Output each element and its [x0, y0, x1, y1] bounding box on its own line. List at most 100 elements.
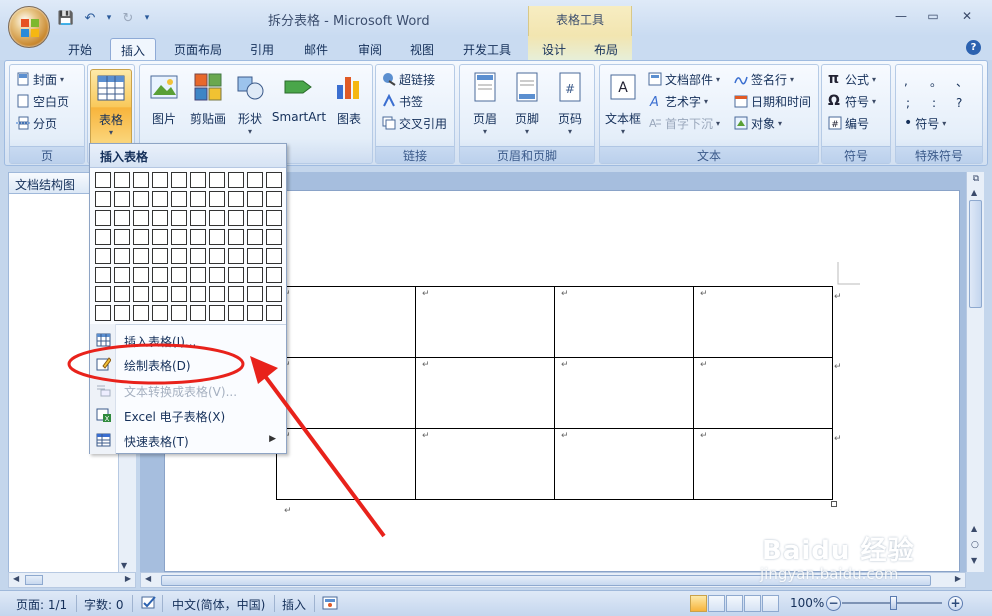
- table-grid-cell[interactable]: [247, 248, 263, 264]
- full-screen-reading-view-button[interactable]: [708, 595, 725, 612]
- table-grid-cell[interactable]: [247, 305, 263, 321]
- table-grid-cell[interactable]: [171, 267, 187, 283]
- menu-item-quick-tables[interactable]: 快速表格(T) ▶: [90, 428, 286, 452]
- menu-item-draw-table[interactable]: 绘制表格(D): [90, 352, 286, 376]
- table-cell[interactable]: ↵: [554, 357, 694, 429]
- tab-view[interactable]: 视图: [404, 38, 440, 60]
- wordart-button[interactable]: A 艺术字 ▾: [648, 91, 708, 111]
- ruler-toggle-icon[interactable]: ⧉: [970, 174, 982, 186]
- next-page-icon[interactable]: ▼: [971, 556, 977, 565]
- zoom-level[interactable]: 100%: [790, 596, 824, 610]
- tab-layout[interactable]: 布局: [588, 38, 624, 60]
- footer-button[interactable]: 页脚 ▾: [508, 69, 546, 145]
- table-resize-handle[interactable]: [831, 501, 837, 507]
- table-grid-cell[interactable]: [171, 248, 187, 264]
- table-cell[interactable]: ↵: [415, 286, 555, 358]
- table-grid-cell[interactable]: [209, 229, 225, 245]
- table-grid-cell[interactable]: [228, 229, 244, 245]
- special-mark-colon[interactable]: :: [932, 93, 936, 113]
- table-grid-cell[interactable]: [190, 305, 206, 321]
- status-page[interactable]: 页面: 1/1: [16, 596, 67, 613]
- table-grid-cell[interactable]: [209, 305, 225, 321]
- table-cell[interactable]: ↵: [554, 428, 694, 500]
- table-grid-cell[interactable]: [95, 286, 111, 302]
- menu-item-excel-spreadsheet[interactable]: X Excel 电子表格(X): [90, 403, 286, 427]
- table-grid-cell[interactable]: [190, 229, 206, 245]
- drop-cap-button[interactable]: A 首字下沉 ▾: [648, 113, 720, 133]
- web-layout-view-button[interactable]: [726, 595, 743, 612]
- document-table[interactable]: ↵ ↵ ↵ ↵ ↵ ↵ ↵ ↵ ↵ ↵ ↵ ↵: [276, 286, 833, 500]
- status-insert-mode[interactable]: 插入: [282, 596, 306, 613]
- table-grid-cell[interactable]: [133, 229, 149, 245]
- table-grid-cell[interactable]: [114, 305, 130, 321]
- document-map-hscroll-thumb[interactable]: [25, 575, 43, 585]
- select-browse-object-icon[interactable]: ○: [971, 540, 979, 550]
- table-grid-cell[interactable]: [228, 191, 244, 207]
- zoom-in-button[interactable]: +: [948, 596, 963, 611]
- table-grid-cell[interactable]: [190, 286, 206, 302]
- table-grid-cell[interactable]: [266, 191, 282, 207]
- tab-developer[interactable]: 开发工具: [456, 38, 518, 60]
- table-grid-cell[interactable]: [190, 210, 206, 226]
- table-grid-cell[interactable]: [152, 229, 168, 245]
- table-grid-cell[interactable]: [190, 267, 206, 283]
- tab-page-layout[interactable]: 页面布局: [168, 38, 228, 60]
- object-button[interactable]: 对象 ▾: [734, 113, 782, 133]
- scroll-left-arrow-icon[interactable]: ◀: [145, 574, 151, 583]
- table-grid-cell[interactable]: [114, 172, 130, 188]
- clipart-button[interactable]: 剪贴画: [186, 69, 230, 145]
- table-grid-cell[interactable]: [133, 210, 149, 226]
- table-grid-cell[interactable]: [209, 210, 225, 226]
- status-language[interactable]: 中文(简体，中国): [172, 596, 265, 613]
- draft-view-button[interactable]: [762, 595, 779, 612]
- picture-button[interactable]: 图片: [144, 69, 184, 145]
- table-grid-cell[interactable]: [95, 305, 111, 321]
- table-grid-cell[interactable]: [228, 305, 244, 321]
- table-grid-cell[interactable]: [209, 267, 225, 283]
- table-grid-cell[interactable]: [247, 210, 263, 226]
- scroll-down-arrow-icon[interactable]: ▼: [121, 561, 127, 570]
- table-grid-cell[interactable]: [152, 267, 168, 283]
- table-grid-cell[interactable]: [247, 267, 263, 283]
- table-grid-cell[interactable]: [266, 267, 282, 283]
- table-cell[interactable]: ↵: [693, 286, 833, 358]
- table-grid-cell[interactable]: [152, 248, 168, 264]
- table-grid-cell[interactable]: [266, 229, 282, 245]
- scroll-left-arrow-icon[interactable]: ◀: [13, 574, 19, 583]
- table-cell[interactable]: ↵: [276, 357, 416, 429]
- special-symbol-button[interactable]: • 符号 ▾: [904, 113, 946, 133]
- table-grid-cell[interactable]: [266, 286, 282, 302]
- table-grid-cell[interactable]: [152, 286, 168, 302]
- tab-references[interactable]: 引用: [244, 38, 280, 60]
- customize-qat-icon[interactable]: ▾: [142, 8, 152, 28]
- table-grid-cell[interactable]: [171, 210, 187, 226]
- proofing-icon[interactable]: [140, 595, 158, 611]
- vertical-scroll-thumb[interactable]: [969, 200, 982, 308]
- document-map-horizontal-scrollbar[interactable]: ◀ ▶: [8, 572, 136, 588]
- table-cell[interactable]: ↵: [415, 428, 555, 500]
- menu-item-insert-table[interactable]: 插入表格(I)...: [90, 328, 286, 352]
- signature-line-button[interactable]: 签名行 ▾: [734, 69, 794, 89]
- table-grid-cell[interactable]: [114, 191, 130, 207]
- scroll-right-arrow-icon[interactable]: ▶: [955, 574, 961, 583]
- cross-reference-button[interactable]: 交叉引用: [382, 113, 447, 133]
- special-mark-semicolon[interactable]: ;: [906, 93, 910, 113]
- table-grid-cell[interactable]: [228, 286, 244, 302]
- hyperlink-button[interactable]: 超链接: [382, 69, 435, 89]
- table-size-grid[interactable]: [95, 172, 282, 321]
- table-grid-cell[interactable]: [95, 229, 111, 245]
- previous-page-icon[interactable]: ▲: [971, 524, 977, 533]
- date-time-button[interactable]: 日期和时间: [734, 91, 811, 111]
- special-mark-period[interactable]: 。: [930, 71, 942, 91]
- tab-insert[interactable]: 插入: [110, 38, 156, 60]
- table-grid-cell[interactable]: [95, 172, 111, 188]
- scroll-up-arrow-icon[interactable]: ▲: [971, 188, 977, 197]
- smartart-button[interactable]: SmartArt: [270, 69, 328, 145]
- menu-item-convert-text-to-table[interactable]: 文本转换成表格(V)...: [90, 378, 286, 402]
- table-cell[interactable]: ↵: [276, 286, 416, 358]
- table-grid-cell[interactable]: [228, 210, 244, 226]
- table-grid-cell[interactable]: [133, 267, 149, 283]
- table-grid-cell[interactable]: [190, 172, 206, 188]
- page-number-button[interactable]: # 页码 ▾: [550, 69, 590, 145]
- table-grid-cell[interactable]: [114, 248, 130, 264]
